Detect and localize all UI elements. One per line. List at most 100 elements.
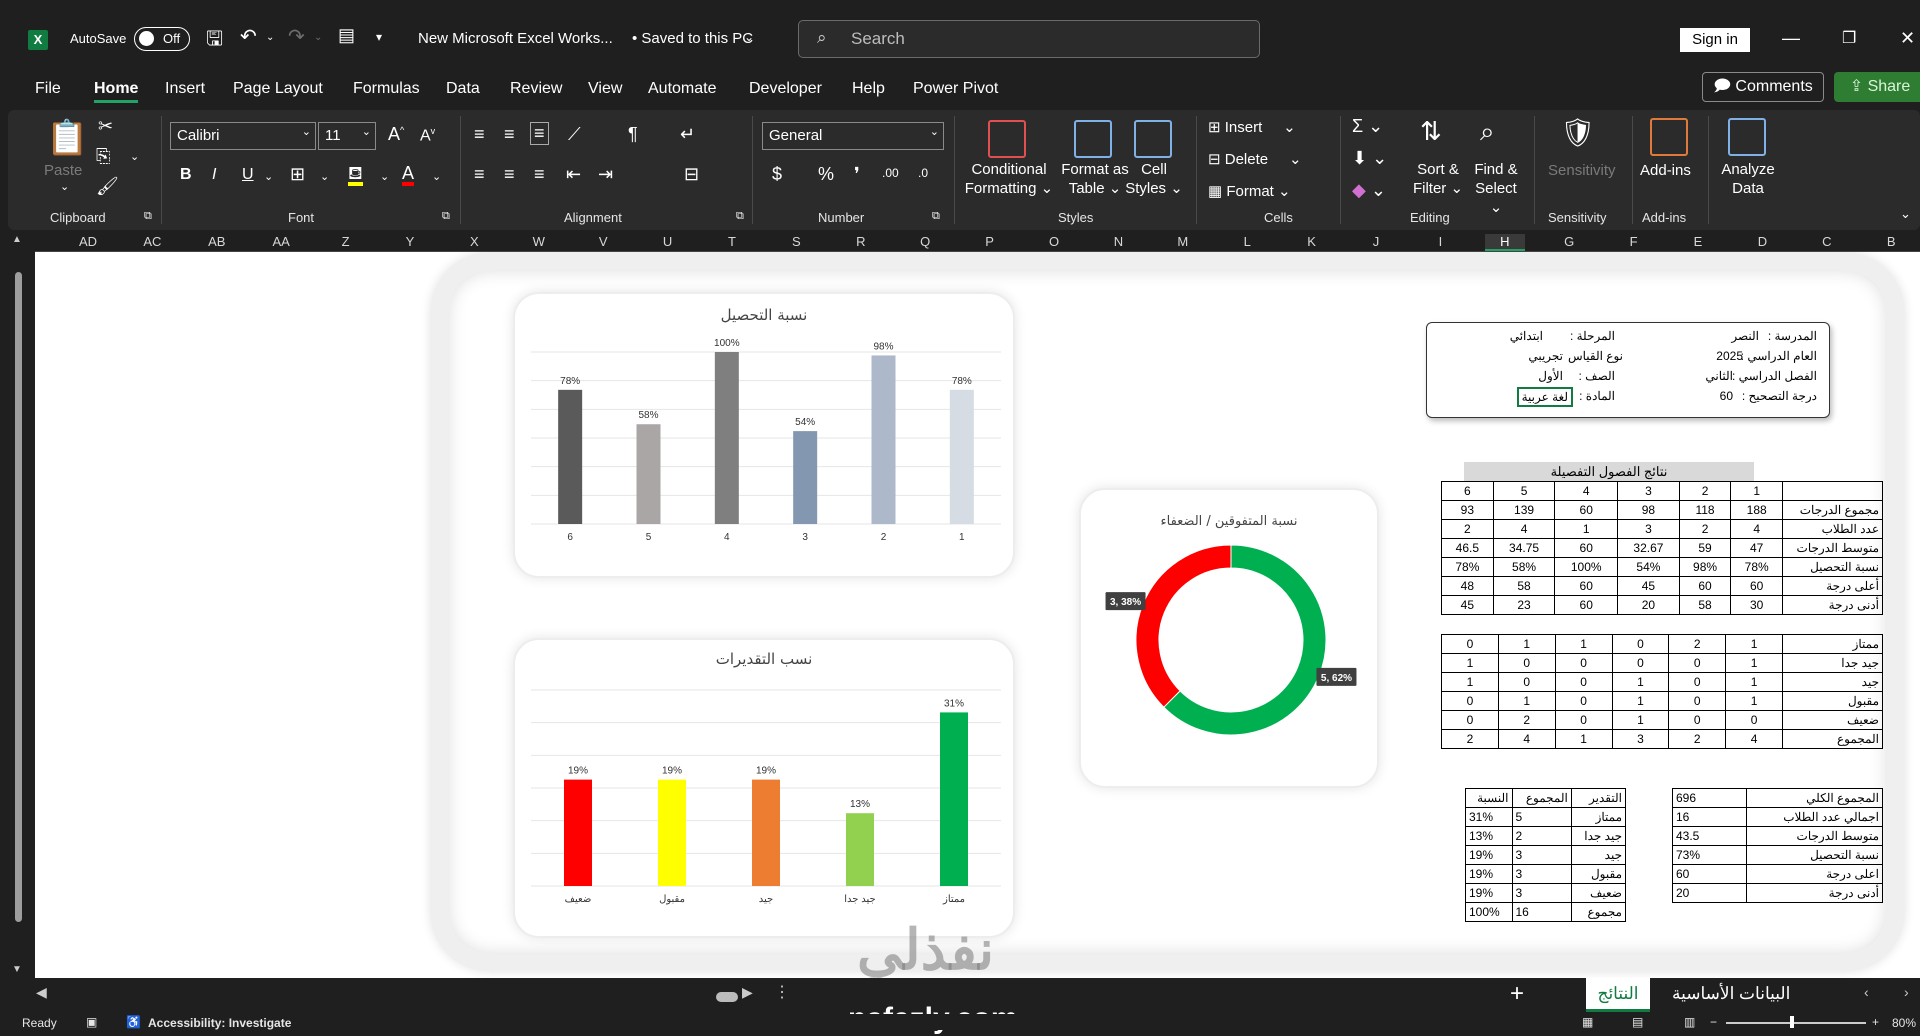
table-cell[interactable]: 60 bbox=[1678, 576, 1732, 596]
table-cell[interactable]: 2 bbox=[1668, 634, 1727, 654]
clear-icon[interactable]: ◆ ⌄ bbox=[1352, 180, 1386, 201]
row-label-cell[interactable]: مجموع الدرجات bbox=[1782, 500, 1883, 520]
column-header-u[interactable]: U bbox=[648, 234, 688, 249]
row-label-cell[interactable]: مقبول bbox=[1570, 864, 1627, 884]
conditional-formatting-icon[interactable] bbox=[988, 120, 1026, 158]
table-cell[interactable]: 1 bbox=[1554, 729, 1613, 749]
scroll-up-icon[interactable]: ▲ bbox=[12, 234, 22, 245]
table-cell[interactable]: 139 bbox=[1492, 500, 1556, 520]
row-label-cell[interactable]: ممتاز bbox=[1570, 807, 1627, 827]
form-icon[interactable]: ▤ bbox=[338, 25, 355, 46]
currency-icon[interactable]: $ bbox=[772, 164, 782, 185]
column-header-k[interactable]: K bbox=[1292, 234, 1332, 249]
copy-dropdown-icon[interactable]: ⌄ bbox=[130, 150, 139, 163]
top-weak-chart[interactable]: نسبة المتفوقين / الضعفاء 5, 62% 3, 38% bbox=[1079, 488, 1379, 788]
table-cell[interactable]: 2 bbox=[1441, 519, 1494, 539]
sign-in-button[interactable]: Sign in bbox=[1680, 28, 1750, 52]
align-top-icon[interactable]: ≡ bbox=[474, 124, 485, 145]
sensitivity-icon[interactable]: 🛡 bbox=[1560, 116, 1596, 149]
table-cell[interactable]: 19% bbox=[1465, 864, 1513, 884]
format-painter-icon[interactable]: 🖌 bbox=[96, 176, 119, 197]
autosave-toggle[interactable]: Off bbox=[134, 27, 190, 51]
column-header-x[interactable]: X bbox=[454, 234, 494, 249]
row-label-cell[interactable]: المجموع bbox=[1782, 729, 1883, 749]
number-launcher-icon[interactable]: ⧉ bbox=[932, 210, 940, 223]
tab-view[interactable]: View bbox=[588, 80, 622, 98]
redo-icon[interactable]: ↷ bbox=[288, 24, 305, 49]
underline-dropdown-icon[interactable]: ⌄ bbox=[264, 170, 273, 183]
find-select-icon[interactable]: ⌕ bbox=[1480, 116, 1495, 148]
column-header-i[interactable]: I bbox=[1420, 234, 1460, 249]
sheet-tab-results[interactable]: النتائج bbox=[1586, 978, 1650, 1012]
cell-styles-button[interactable]: Cell Styles ⌄ bbox=[1124, 160, 1184, 198]
analyze-data-icon[interactable] bbox=[1728, 118, 1766, 156]
column-header-g[interactable]: G bbox=[1549, 234, 1589, 249]
column-header-f[interactable]: F bbox=[1614, 234, 1654, 249]
add-ins-icon[interactable] bbox=[1650, 118, 1688, 156]
minimize-icon[interactable]: — bbox=[1782, 28, 1800, 49]
table-cell[interactable]: 3 bbox=[1511, 864, 1572, 884]
wrap-text-icon[interactable]: ↵ bbox=[680, 124, 695, 145]
class-number-cell[interactable]: 3 bbox=[1617, 481, 1680, 501]
table-cell[interactable]: 98 bbox=[1617, 500, 1680, 520]
detail-results-table[interactable]: 1 2 3 4 5 6 مجموع الدرجات 188 118 98 60 139 93 عدد ال… bbox=[1441, 481, 1883, 615]
table-cell[interactable]: 118 bbox=[1678, 500, 1732, 520]
table-cell[interactable]: 1 bbox=[1554, 519, 1619, 539]
row-label-cell[interactable]: جيد جدا bbox=[1570, 826, 1627, 846]
column-header-cell[interactable]: التقدير bbox=[1570, 788, 1627, 808]
sheet-tab-basic-data[interactable]: البيانات الأساسية bbox=[1672, 984, 1790, 1004]
autosum-icon[interactable]: Σ ⌄ bbox=[1352, 116, 1383, 137]
table-cell[interactable]: 4 bbox=[1492, 519, 1556, 539]
insert-cells-button[interactable]: ⊞ Insert ⌄ bbox=[1208, 118, 1296, 136]
document-title[interactable]: New Microsoft Excel Works... bbox=[418, 30, 613, 47]
table-cell[interactable]: 188 bbox=[1730, 500, 1783, 520]
save-status-chevron-icon[interactable]: ⌄ bbox=[744, 30, 754, 44]
table-cell[interactable]: 20 bbox=[1672, 883, 1747, 903]
table-cell[interactable]: 43.5 bbox=[1672, 826, 1747, 846]
row-label-cell[interactable]: متوسط الدرجات bbox=[1782, 538, 1883, 558]
row-label-cell[interactable]: أدنى درجة bbox=[1746, 883, 1883, 903]
font-color-icon[interactable]: A bbox=[402, 164, 415, 186]
align-bottom-icon[interactable]: ≡ bbox=[530, 122, 549, 145]
column-header-v[interactable]: V bbox=[583, 234, 623, 249]
save-icon[interactable]: 🖫 bbox=[206, 24, 223, 58]
close-icon[interactable]: ✕ bbox=[1900, 28, 1915, 49]
borders-dropdown-icon[interactable]: ⌄ bbox=[320, 170, 329, 183]
table-cell[interactable]: 1 bbox=[1441, 672, 1499, 692]
column-header-w[interactable]: W bbox=[519, 234, 559, 249]
table-cell[interactable]: 60 bbox=[1554, 595, 1619, 615]
table-cell[interactable]: 5 bbox=[1511, 807, 1572, 827]
table-cell[interactable]: 3 bbox=[1511, 883, 1572, 903]
column-header-m[interactable]: M bbox=[1163, 234, 1203, 249]
column-header-h[interactable]: H bbox=[1484, 234, 1525, 251]
table-cell[interactable]: 1 bbox=[1725, 691, 1783, 711]
decrease-font-icon[interactable]: Av bbox=[420, 126, 435, 145]
table-cell[interactable]: 0 bbox=[1668, 672, 1727, 692]
column-header-o[interactable]: O bbox=[1034, 234, 1074, 249]
font-size-select[interactable]: 11 ⌄ bbox=[318, 122, 376, 150]
column-header-q[interactable]: Q bbox=[905, 234, 945, 249]
table-cell[interactable]: 0 bbox=[1668, 691, 1727, 711]
table-cell[interactable]: 13% bbox=[1465, 826, 1513, 846]
subject-value-cell[interactable]: لغة عربية bbox=[1516, 387, 1573, 407]
column-header-r[interactable]: R bbox=[841, 234, 881, 249]
row-label-cell[interactable]: أدنى درجة bbox=[1782, 595, 1883, 615]
table-cell[interactable]: 30 bbox=[1730, 595, 1783, 615]
alignment-launcher-icon[interactable]: ⧉ bbox=[736, 210, 744, 223]
table-cell[interactable]: 1 bbox=[1554, 634, 1613, 654]
row-label-cell[interactable]: متوسط الدرجات bbox=[1746, 826, 1883, 846]
font-family-select[interactable]: Calibri ⌄ bbox=[170, 122, 316, 150]
paste-dropdown-icon[interactable]: ⌄ bbox=[60, 180, 69, 193]
italic-icon[interactable]: I bbox=[212, 166, 216, 184]
column-header-aa[interactable]: AA bbox=[261, 234, 301, 249]
table-cell[interactable]: 1 bbox=[1725, 653, 1783, 673]
rtl-direction-icon[interactable]: ¶ bbox=[628, 124, 638, 145]
column-header-n[interactable]: N bbox=[1098, 234, 1138, 249]
font-launcher-icon[interactable]: ⧉ bbox=[442, 210, 450, 223]
tab-help[interactable]: Help bbox=[852, 80, 885, 98]
conditional-formatting-button[interactable]: Conditional Formatting ⌄ bbox=[964, 160, 1054, 198]
page-break-view-icon[interactable]: ▥ bbox=[1684, 1015, 1695, 1029]
grades-chart[interactable]: نسب التقديرات 19% ضعيف 19% مقبول 19% جيد 13% جي… bbox=[513, 638, 1015, 938]
table-cell[interactable]: 0 bbox=[1668, 710, 1727, 730]
column-header-y[interactable]: Y bbox=[390, 234, 430, 249]
